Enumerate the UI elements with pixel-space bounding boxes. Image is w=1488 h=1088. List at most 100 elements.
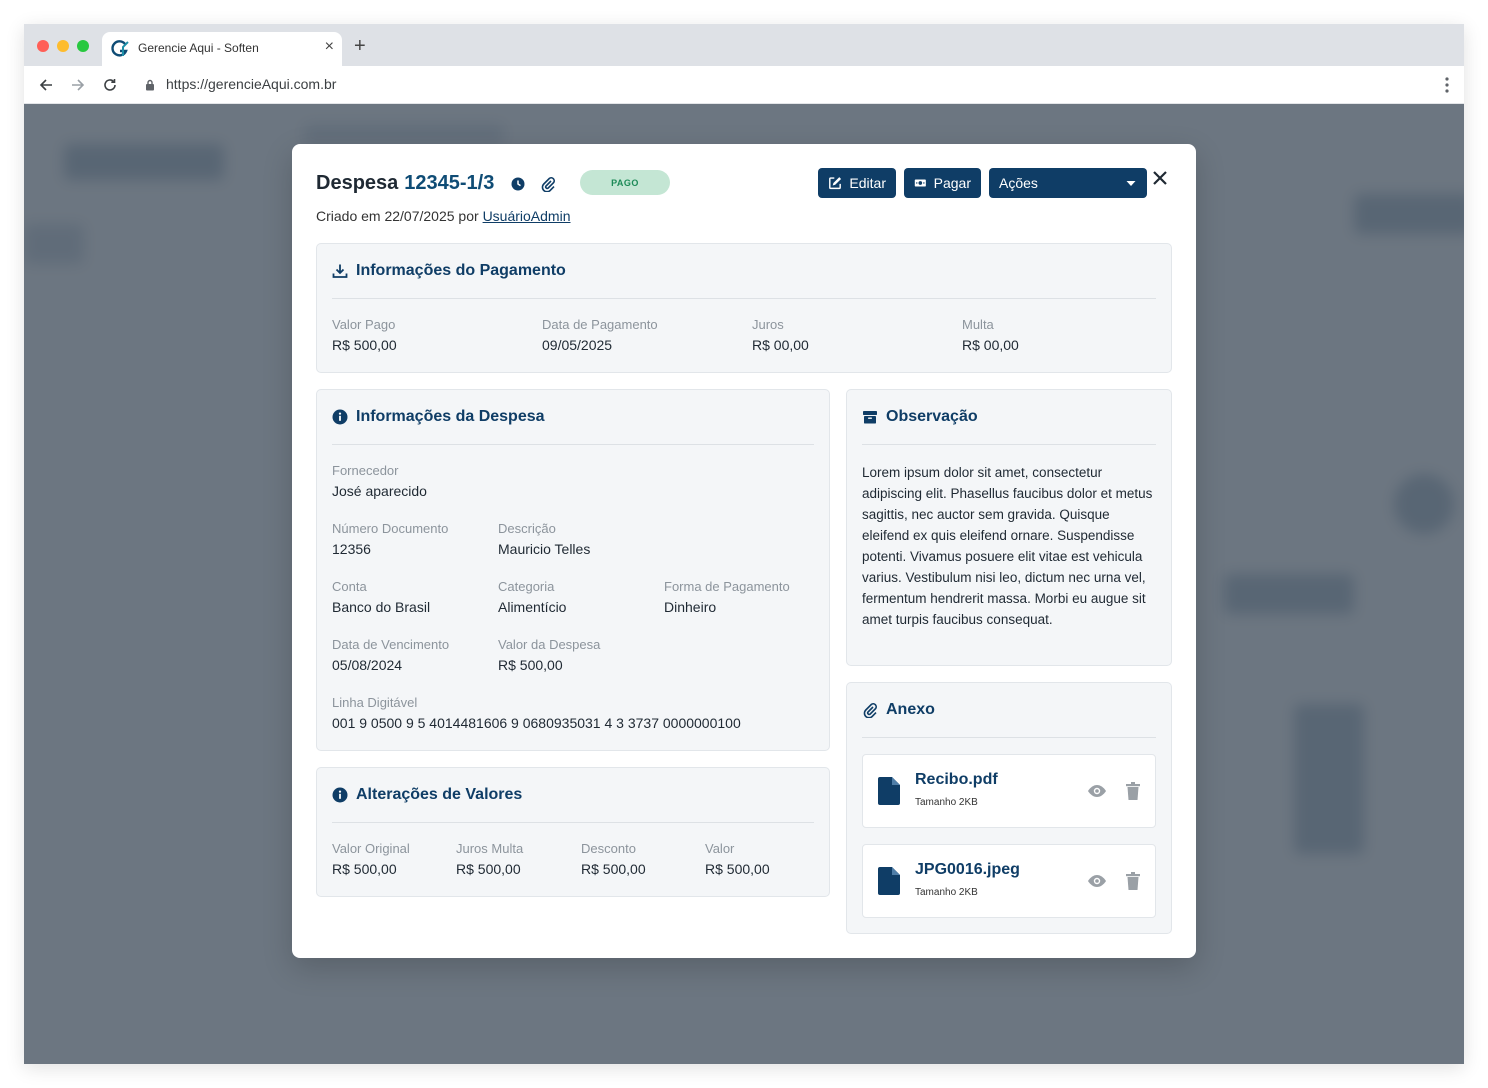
attachment-item: JPG0016.jpeg Tamanho 2KB xyxy=(862,844,1156,918)
window-close-dot[interactable] xyxy=(37,40,49,52)
linha-digitavel-field: Linha Digitável 001 9 0500 9 5 401448160… xyxy=(332,695,741,731)
field-label: Linha Digitável xyxy=(332,695,418,710)
browser-menu-icon[interactable] xyxy=(1444,76,1450,94)
paperclip-icon[interactable] xyxy=(540,176,556,192)
window-minimize-dot[interactable] xyxy=(57,40,69,52)
back-icon[interactable] xyxy=(35,74,57,96)
desconto-field: Desconto R$ 500,00 xyxy=(581,841,646,877)
window-maximize-dot[interactable] xyxy=(77,40,89,52)
divider xyxy=(332,298,1156,299)
edit-icon xyxy=(829,177,842,190)
tab-title: Gerencie Aqui - Soften xyxy=(138,41,259,55)
field-label: Valor da Despesa xyxy=(498,637,601,652)
attachments-header: Anexo xyxy=(862,701,935,719)
attachments-title: Anexo xyxy=(886,701,935,718)
paperclip-icon xyxy=(863,703,877,718)
clock-icon[interactable] xyxy=(510,176,526,192)
divider xyxy=(332,822,814,823)
field-label: Descrição xyxy=(498,521,556,536)
field-label: Juros Multa xyxy=(456,841,524,856)
conta-field: Conta Banco do Brasil xyxy=(332,579,430,615)
page-title: Despesa 12345-1/3 xyxy=(316,172,556,195)
info-icon xyxy=(332,787,348,803)
trash-icon[interactable] xyxy=(1125,782,1141,800)
attachments-card: Anexo Recibo.pdf Tamanho 2KB JPG0016.jpe… xyxy=(846,682,1172,934)
reload-icon[interactable] xyxy=(99,74,121,96)
url-text[interactable]: https://gerencieAqui.com.br xyxy=(166,76,336,92)
field-value: 05/08/2024 xyxy=(332,657,403,673)
field-label: Conta xyxy=(332,579,367,594)
value-changes-header: Alterações de Valores xyxy=(332,786,522,804)
divider xyxy=(862,737,1156,738)
tab-close-icon[interactable]: × xyxy=(325,38,334,56)
title-prefix: Despesa xyxy=(316,172,399,194)
field-label: Valor Pago xyxy=(332,317,396,332)
edit-button[interactable]: Editar xyxy=(818,168,896,198)
divider xyxy=(862,444,1156,445)
close-icon[interactable] xyxy=(1152,170,1168,186)
expense-info-header: Informações da Despesa xyxy=(332,408,545,426)
value-changes-card: Alterações de Valores Valor Original R$ … xyxy=(316,767,830,897)
field-label: Data de Pagamento xyxy=(542,317,658,332)
data-vencimento-field: Data de Vencimento 05/08/2024 xyxy=(332,637,449,673)
numero-documento-field: Número Documento 12356 xyxy=(332,521,448,557)
created-by-link[interactable]: UsuárioAdmin xyxy=(483,208,571,224)
pay-button[interactable]: Pagar xyxy=(904,168,981,198)
payment-info-card: Informações do Pagamento Valor Pago R$ 5… xyxy=(316,243,1172,373)
juros-field: Juros R$ 00,00 xyxy=(752,317,809,353)
data-pagamento-field: Data de Pagamento 09/05/2025 xyxy=(542,317,658,353)
attachment-size: Tamanho 2KB xyxy=(915,797,978,808)
tab-bar: Gerencie Aqui - Soften × + xyxy=(24,24,1464,66)
expense-info-title: Informações da Despesa xyxy=(356,408,545,425)
fornecedor-field: Fornecedor José aparecido xyxy=(332,463,427,499)
observation-header: Observação xyxy=(862,408,978,426)
field-label: Multa xyxy=(962,317,994,332)
valor-original-field: Valor Original R$ 500,00 xyxy=(332,841,410,877)
field-value: 001 9 0500 9 5 4014481606 9 0680935031 4… xyxy=(332,715,741,731)
attachment-name[interactable]: JPG0016.jpeg xyxy=(915,861,1020,879)
payment-info-title: Informações do Pagamento xyxy=(356,262,566,279)
observation-title: Observação xyxy=(886,408,978,425)
field-value: Dinheiro xyxy=(664,599,717,615)
browser-window: Gerencie Aqui - Soften × + https://geren… xyxy=(24,24,1464,1064)
valor-despesa-field: Valor da Despesa R$ 500,00 xyxy=(498,637,600,673)
field-label: Número Documento xyxy=(332,521,449,536)
observation-card: Observação Lorem ipsum dolor sit amet, c… xyxy=(846,389,1172,666)
new-tab-icon[interactable]: + xyxy=(354,36,366,56)
field-value: José aparecido xyxy=(332,483,427,499)
forma-pagamento-field: Forma de Pagamento Dinheiro xyxy=(664,579,790,615)
created-info: Criado em 22/07/2025 por UsuárioAdmin xyxy=(316,208,571,224)
archive-icon xyxy=(863,411,877,424)
descricao-field: Descrição Mauricio Telles xyxy=(498,521,590,557)
attachment-name[interactable]: Recibo.pdf xyxy=(915,771,998,789)
field-value: R$ 500,00 xyxy=(498,657,563,673)
field-label: Valor xyxy=(705,841,735,856)
field-value: Mauricio Telles xyxy=(498,541,591,557)
actions-dropdown[interactable]: Ações xyxy=(989,168,1147,198)
browser-tab[interactable]: Gerencie Aqui - Soften × xyxy=(102,32,342,66)
eye-icon[interactable] xyxy=(1087,783,1107,799)
trash-icon[interactable] xyxy=(1125,872,1141,890)
field-value: R$ 00,00 xyxy=(752,337,809,353)
expense-modal: Despesa 12345-1/3 PAGO Criado em 22/07/2… xyxy=(292,144,1196,958)
attachment-item: Recibo.pdf Tamanho 2KB xyxy=(862,754,1156,828)
created-text: Criado em 22/07/2025 por xyxy=(316,208,479,224)
field-value: 09/05/2025 xyxy=(542,337,613,353)
page-viewport: Despesa 12345-1/3 PAGO Criado em 22/07/2… xyxy=(24,104,1464,1064)
field-value: R$ 500,00 xyxy=(456,861,521,877)
value-changes-title: Alterações de Valores xyxy=(356,786,523,803)
field-label: Forma de Pagamento xyxy=(664,579,790,594)
forward-icon[interactable] xyxy=(67,74,89,96)
multa-field: Multa R$ 00,00 xyxy=(962,317,1019,353)
address-bar: https://gerencieAqui.com.br xyxy=(24,66,1464,104)
eye-icon[interactable] xyxy=(1087,873,1107,889)
download-icon xyxy=(332,264,348,278)
status-badge: PAGO xyxy=(580,170,670,195)
field-label: Valor Original xyxy=(332,841,410,856)
field-label: Data de Vencimento xyxy=(332,637,450,652)
info-icon xyxy=(332,409,348,425)
field-label: Desconto xyxy=(581,841,636,856)
field-label: Fornecedor xyxy=(332,463,399,478)
expense-number: 12345-1/3 xyxy=(404,172,495,194)
field-value: Banco do Brasil xyxy=(332,599,431,615)
